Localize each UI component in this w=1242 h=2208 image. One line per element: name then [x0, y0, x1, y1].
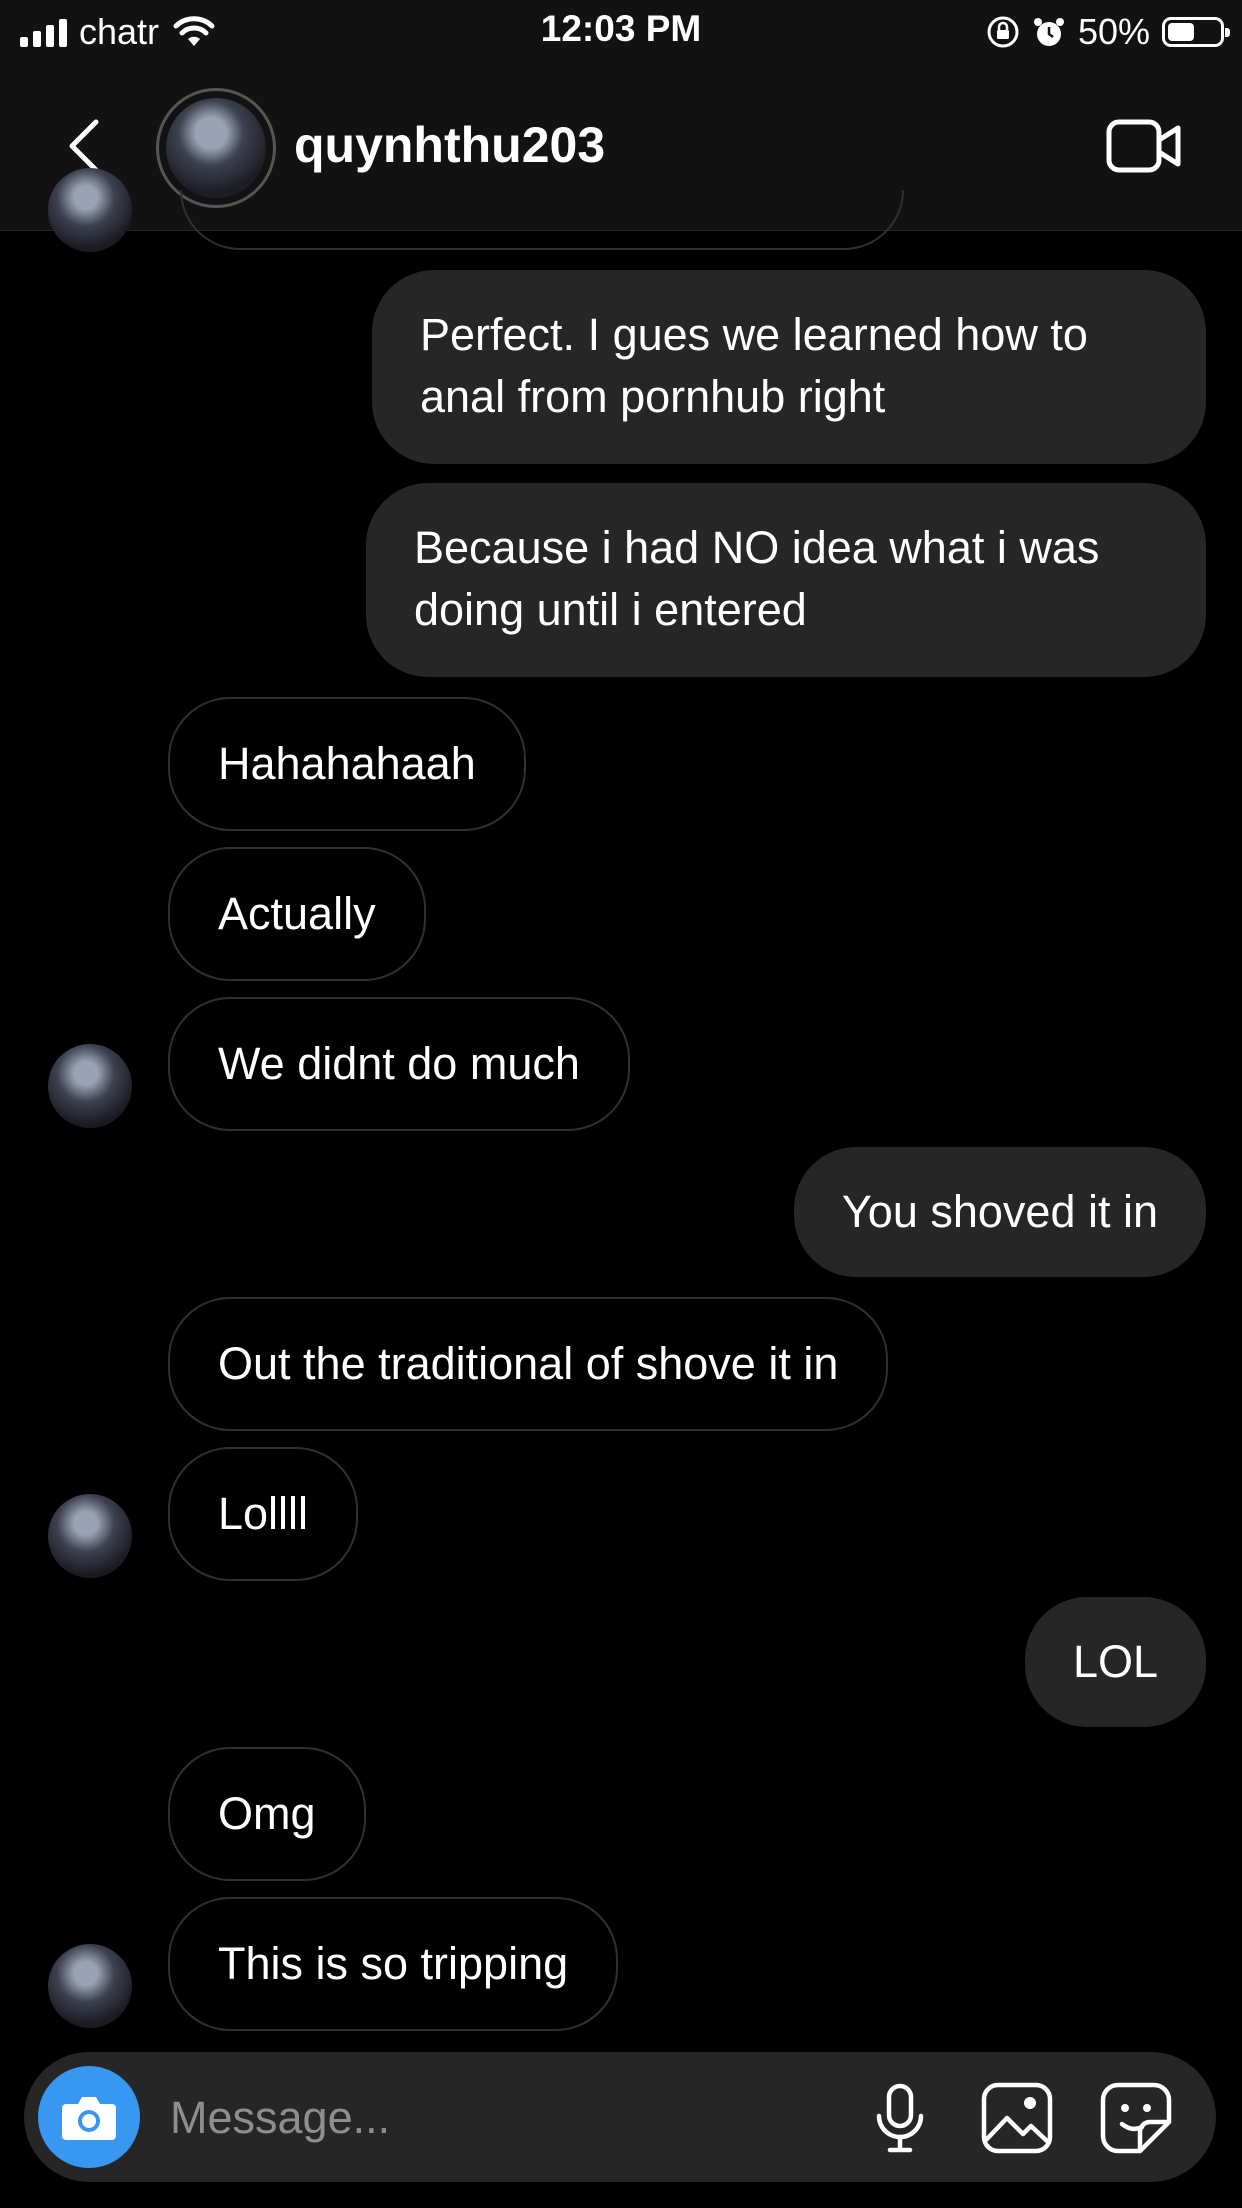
received-message[interactable]: Omg [168, 1747, 366, 1881]
received-message[interactable]: Lollll [168, 1447, 359, 1581]
sent-message[interactable]: LOL [1024, 1597, 1206, 1727]
video-call-icon[interactable] [1106, 114, 1182, 178]
message-bubble-partial [180, 190, 904, 250]
message-composer [24, 2052, 1216, 2182]
rotation-lock-icon [987, 16, 1019, 48]
avatar [48, 168, 132, 252]
battery-percent: 50% [1077, 11, 1150, 52]
chat-username[interactable]: quynhthu203 [294, 116, 605, 174]
sent-message[interactable]: Perfect. I gues we learned how to anal f… [372, 270, 1206, 464]
avatar[interactable] [48, 1044, 132, 1128]
sent-message[interactable]: Because i had NO idea what i was doing u… [366, 483, 1206, 677]
gallery-icon[interactable] [979, 2080, 1055, 2156]
received-message[interactable]: Out the traditional of shove it in [168, 1297, 889, 1431]
status-bar: chatr 12:03 PM 50% [0, 0, 1242, 64]
microphone-icon[interactable] [862, 2080, 938, 2156]
avatar[interactable] [48, 1494, 132, 1578]
camera-icon [62, 2097, 116, 2140]
sticker-icon[interactable] [1098, 2080, 1174, 2156]
message-input[interactable] [168, 2082, 832, 2154]
received-message[interactable]: We didnt do much [168, 997, 630, 1131]
avatar[interactable] [48, 1944, 132, 2028]
received-message[interactable]: Actually [168, 847, 426, 981]
back-arrow-icon[interactable] [58, 116, 118, 176]
camera-button[interactable] [38, 2066, 140, 2168]
alarm-icon [1033, 18, 1064, 46]
sent-message[interactable]: You shoved it in [793, 1147, 1206, 1277]
received-message[interactable]: Hahahahaah [168, 697, 526, 831]
battery-icon [1162, 17, 1230, 47]
received-message[interactable]: This is so tripping [168, 1897, 619, 2031]
